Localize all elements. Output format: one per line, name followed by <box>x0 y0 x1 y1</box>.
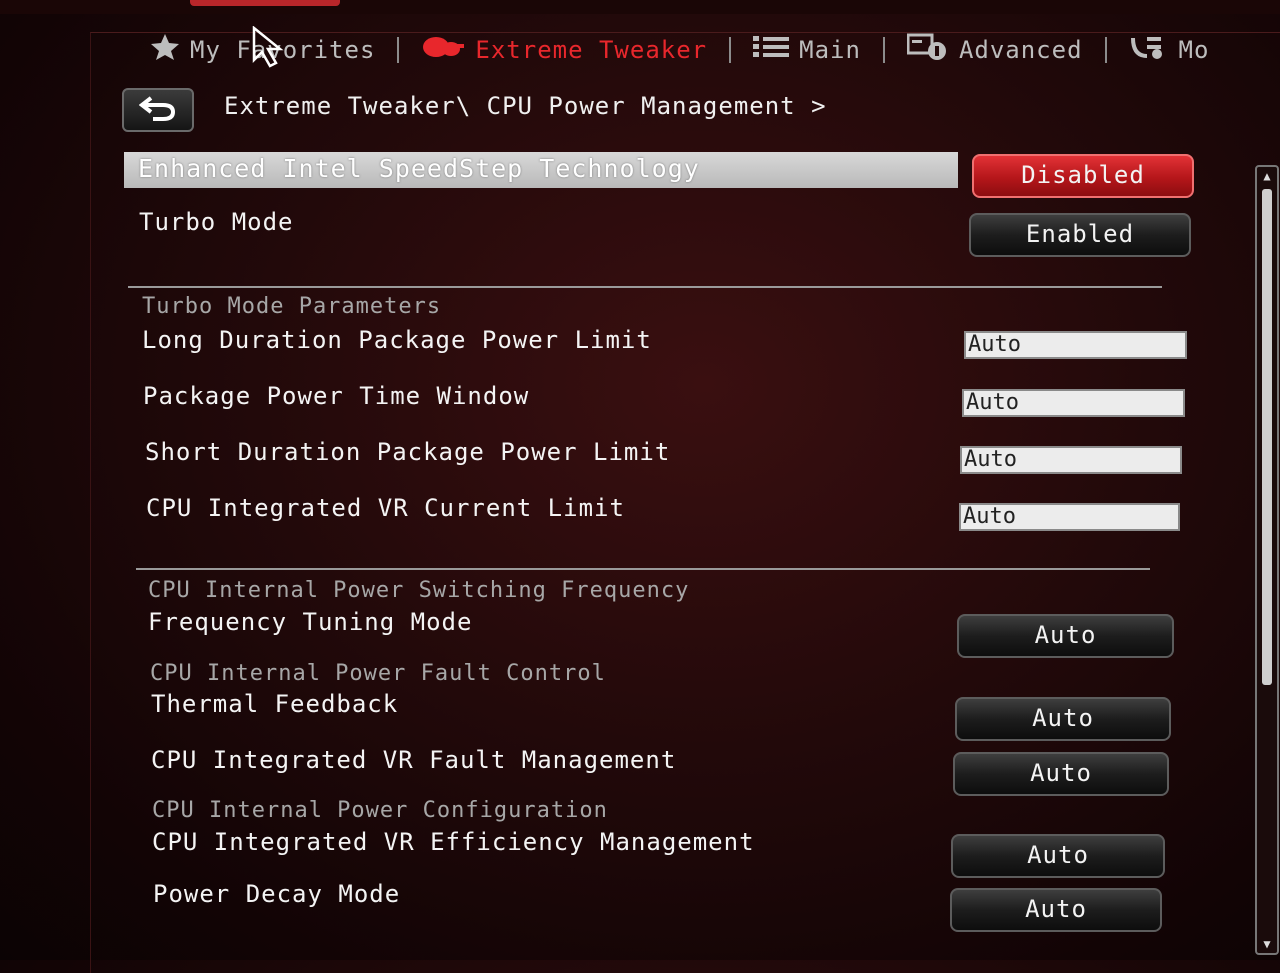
nav-separator <box>882 37 885 63</box>
vr-efficiency-button[interactable]: Auto <box>951 834 1165 878</box>
top-nav: My Favorites Extreme Tweaker Main Advanc… <box>150 30 1209 70</box>
speedstep-value-button[interactable]: Disabled <box>972 154 1194 198</box>
tab-extreme-tweaker[interactable]: Extreme Tweaker <box>421 34 707 66</box>
short-duration-label: Short Duration Package Power Limit <box>145 438 671 466</box>
vr-current-field[interactable]: Auto <box>959 503 1180 531</box>
turbo-mode-button[interactable]: Enabled <box>969 213 1191 257</box>
fault-control-heading: CPU Internal Power Fault Control <box>150 661 606 686</box>
power-config-heading: CPU Internal Power Configuration <box>152 798 608 823</box>
scroll-up-icon[interactable]: ▲ <box>1260 169 1274 183</box>
short-duration-field[interactable]: Auto <box>960 446 1182 474</box>
scrollbar-thumb[interactable] <box>1262 189 1272 685</box>
scrollbar[interactable]: ▲ ▼ <box>1255 165 1279 955</box>
tab-main-label: Main <box>799 36 861 64</box>
power-decay-label: Power Decay Mode <box>153 880 401 908</box>
tab-advanced[interactable]: Advanced <box>906 32 1083 68</box>
tab-monitor[interactable]: Mo <box>1129 32 1210 68</box>
time-window-field[interactable]: Auto <box>962 389 1185 417</box>
switching-frequency-heading: CPU Internal Power Switching Frequency <box>148 578 690 603</box>
nav-separator <box>729 37 732 63</box>
long-duration-field[interactable]: Auto <box>964 331 1187 359</box>
long-duration-label: Long Duration Package Power Limit <box>142 326 652 354</box>
advanced-icon <box>906 32 949 68</box>
freq-tuning-button[interactable]: Auto <box>957 614 1174 658</box>
setting-row-speedstep[interactable]: Enhanced Intel SpeedStep Technology <box>124 152 958 188</box>
freq-tuning-label: Frequency Tuning Mode <box>148 608 473 636</box>
vr-efficiency-label: CPU Integrated VR Efficiency Management <box>152 828 755 856</box>
mouse-cursor-icon <box>252 25 296 70</box>
power-decay-button[interactable]: Auto <box>950 888 1162 932</box>
breadcrumb: Extreme Tweaker\ CPU Power Management > <box>224 92 827 120</box>
list-icon <box>753 34 790 66</box>
section-divider <box>128 286 1162 288</box>
thermal-feedback-button[interactable]: Auto <box>955 697 1171 741</box>
tweaker-icon <box>421 34 465 66</box>
tab-monitor-label: Mo <box>1178 36 1210 64</box>
top-strip <box>0 0 1280 14</box>
thermal-feedback-label: Thermal Feedback <box>151 690 399 718</box>
time-window-label: Package Power Time Window <box>143 382 530 410</box>
tab-extreme-tweaker-label: Extreme Tweaker <box>475 36 708 64</box>
vr-fault-button[interactable]: Auto <box>953 752 1169 796</box>
turbo-mode-label: Turbo Mode <box>139 208 294 236</box>
turbo-params-heading: Turbo Mode Parameters <box>142 294 442 319</box>
nav-separator <box>397 37 400 63</box>
back-arrow-icon <box>138 94 177 126</box>
vr-current-label: CPU Integrated VR Current Limit <box>146 494 625 522</box>
tab-advanced-label: Advanced <box>958 36 1083 64</box>
vr-fault-label: CPU Integrated VR Fault Management <box>151 746 677 774</box>
back-button[interactable] <box>122 88 194 132</box>
monitor-icon <box>1129 32 1169 68</box>
brand-logo <box>190 0 340 6</box>
star-icon <box>150 33 180 67</box>
scroll-down-icon[interactable]: ▼ <box>1260 937 1274 951</box>
tab-main[interactable]: Main <box>753 34 861 66</box>
nav-separator <box>1104 37 1107 63</box>
speedstep-label: Enhanced Intel SpeedStep Technology <box>138 154 700 183</box>
section-divider <box>136 568 1150 570</box>
